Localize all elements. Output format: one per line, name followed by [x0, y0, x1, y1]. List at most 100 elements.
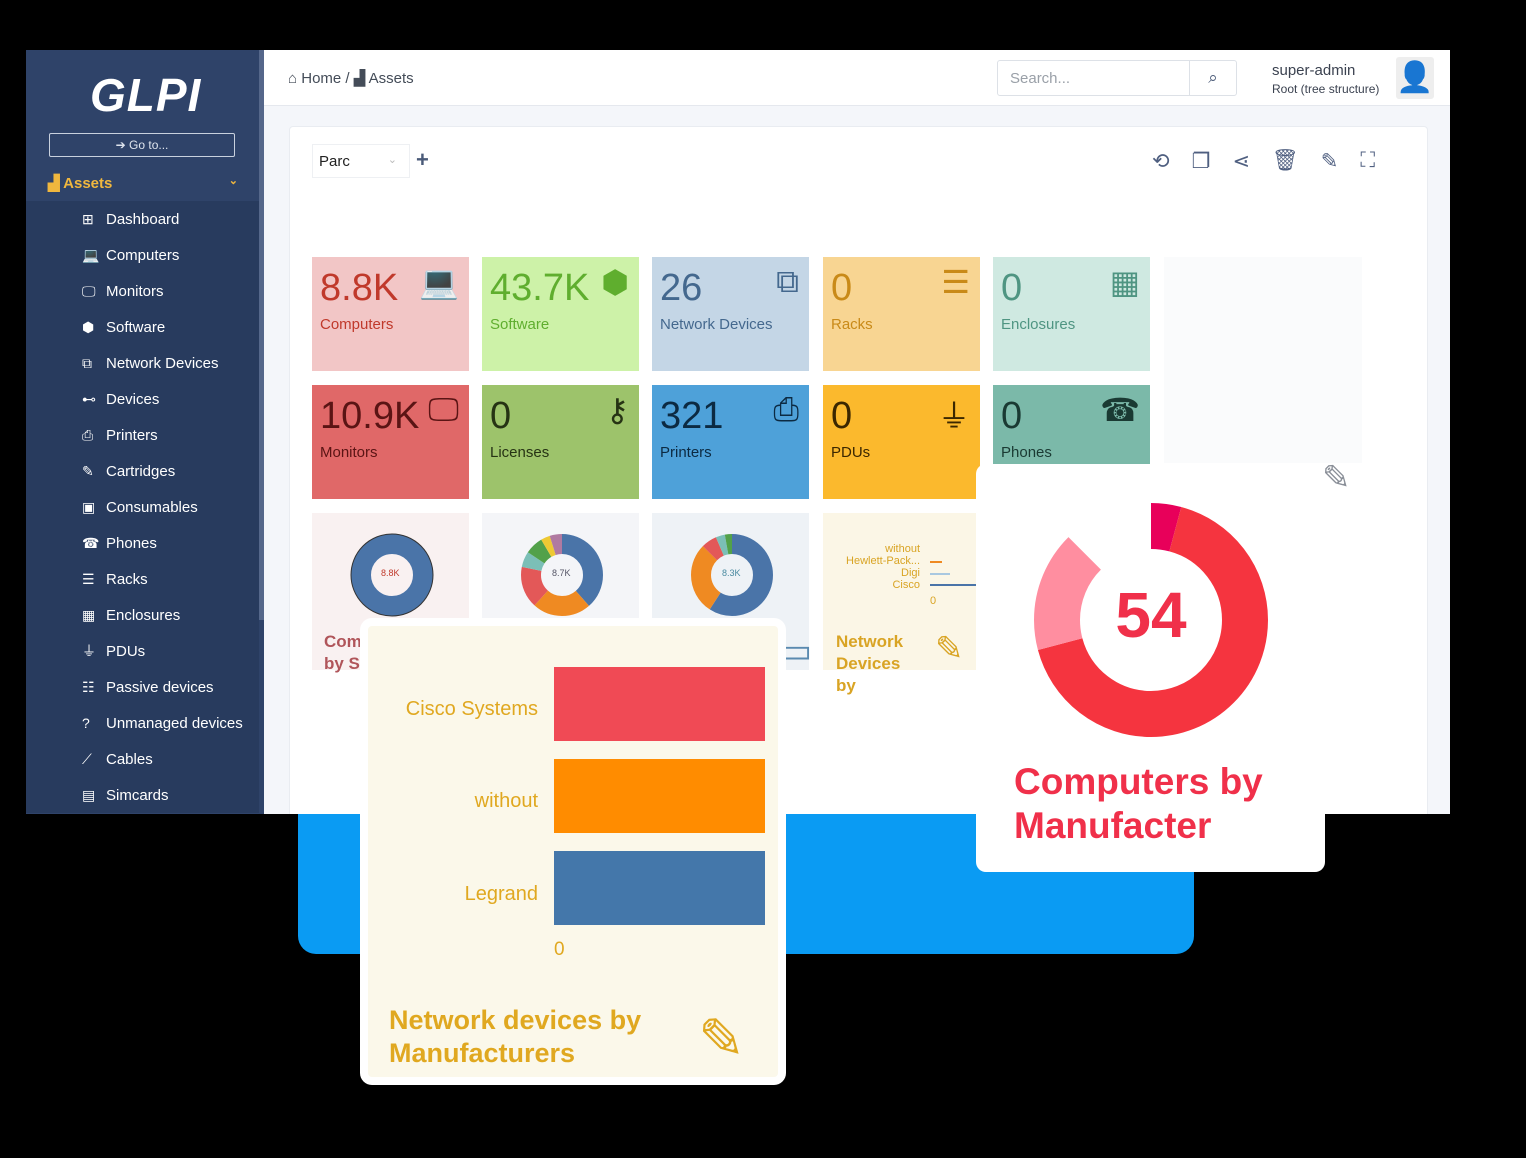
search-input[interactable]: Search... — [998, 61, 1190, 95]
tile-software[interactable]: 43.7K Software ⬢ — [482, 257, 639, 371]
sidebar-item-software[interactable]: ⬢ Software — [26, 309, 259, 345]
header: ⌂ Home / ▟ Assets Search... ⌕ super-admi… — [264, 50, 1450, 106]
share-icon[interactable]: ⋖ — [1232, 149, 1250, 174]
sidebar-scrollbar[interactable] — [259, 50, 264, 620]
menu-icon: 💻 — [82, 246, 100, 263]
tile-network-devices[interactable]: 26 Network Devices ⧉ — [652, 257, 809, 371]
tile-label: Licenses — [490, 444, 550, 461]
menu-icon: ? — [82, 715, 90, 731]
bar — [554, 851, 765, 925]
tile-computers[interactable]: 8.8K Computers 💻 — [312, 257, 469, 371]
menu-icon: ⊷ — [82, 390, 96, 407]
sidebar-item-passive-devices[interactable]: ☷ Passive devices — [26, 669, 259, 705]
goto-button[interactable]: ➔ Go to... — [49, 133, 235, 157]
sidebar-item-label: Consumables — [106, 498, 198, 516]
bar-label: Hewlett-Pack... — [846, 555, 920, 567]
axis-tick: 0 — [554, 939, 565, 960]
menu-icon: ⧉ — [82, 354, 92, 371]
menu-icon: ⊞ — [82, 210, 94, 227]
sidebar-item-consumables[interactable]: ▣ Consumables — [26, 489, 259, 525]
edit-icon[interactable]: ✎ — [1321, 149, 1339, 174]
tile-label: Computers — [320, 316, 394, 333]
tile-label: Enclosures — [1001, 316, 1076, 333]
tile-racks[interactable]: 0 Racks ☰ — [823, 257, 980, 371]
menu-icon: ▣ — [82, 498, 96, 515]
bar — [554, 667, 765, 741]
menu-icon: ⏚ — [82, 643, 96, 659]
bar-label: Legrand — [464, 883, 538, 905]
tile-label: Monitors — [320, 444, 378, 461]
menu-icon: ☰ — [82, 570, 95, 587]
clone-icon[interactable]: ❐ — [1192, 149, 1211, 174]
tile-icon: ⬢ — [601, 264, 629, 300]
breadcrumb-assets[interactable]: Assets — [369, 70, 414, 87]
tile-monitors[interactable]: 10.9K Monitors 🖵 — [312, 385, 469, 499]
widget-network-by-manufacturer: without Hewlett-Pack... Digi Cisco 0 Networ… — [823, 513, 980, 695]
breadcrumb-home[interactable]: Home — [301, 70, 341, 87]
sidebar-item-cables[interactable]: ⟋ Cables — [26, 741, 259, 777]
sidebar-menu: ⊞ Dashboard 💻 Computers 🖵 Monitors ⬢ Software ⧉ N… — [26, 201, 259, 813]
sidebar-item-label: Monitors — [106, 282, 164, 300]
tile-icon: ⏚ — [937, 398, 970, 434]
bar-label: without — [474, 790, 538, 812]
fullscreen-icon[interactable]: ⛶ — [1360, 149, 1375, 174]
sidebar-item-label: Computers — [106, 246, 180, 264]
sidebar-item-monitors[interactable]: 🖵 Monitors — [26, 273, 259, 309]
breadcrumb: ⌂ Home / ▟ Assets — [288, 70, 414, 87]
widget-title: Com by S — [324, 632, 362, 673]
chevron-down-icon: ⌄ — [228, 175, 238, 187]
chevron-down-icon: ⌄ — [387, 154, 397, 166]
sidebar-item-cartridges[interactable]: ✎ Cartridges — [26, 453, 259, 489]
dashboard-select[interactable]: Parc ⌄ — [312, 144, 410, 178]
section-label: Assets — [63, 175, 113, 192]
edit-icon[interactable]: ✎ — [935, 629, 964, 669]
sidebar-item-pdus[interactable]: ⏚ PDUs — [26, 633, 259, 669]
sidebar-item-network-devices[interactable]: ⧉ Network Devices — [26, 345, 259, 381]
sidebar-item-label: Network Devices — [106, 354, 219, 372]
username: super-admin — [1272, 62, 1356, 79]
donut-center-value: 54 — [1115, 579, 1187, 651]
sidebar-item-unmanaged-devices[interactable]: ? Unmanaged devices — [26, 705, 259, 741]
donut-center: 8.7K — [552, 568, 571, 578]
sidebar-item-simcards[interactable]: ▤ Simcards — [26, 777, 259, 813]
menu-icon: ☎ — [82, 534, 100, 551]
tile-licenses[interactable]: 0 Licenses ⚷ — [482, 385, 639, 499]
home-icon: ⌂ — [288, 70, 298, 87]
bar-labels: without Hewlett-Pack... Digi Cisco — [846, 543, 920, 591]
trash-icon[interactable]: 🗑 — [1272, 149, 1299, 174]
tile-icon: ▦ — [1109, 264, 1140, 300]
search-icon: ⌕ — [1208, 68, 1218, 87]
bar — [930, 561, 942, 563]
edit-icon[interactable]: ✎ — [1322, 458, 1351, 498]
sidebar-section-assets[interactable]: ▟ Assets ⌄ — [48, 174, 238, 192]
tile-printers[interactable]: 321 Printers ⎙ — [652, 385, 809, 499]
tile-enclosures[interactable]: 0 Enclosures ▦ — [993, 257, 1150, 371]
dashboard-selected: Parc — [319, 153, 350, 170]
history-icon[interactable]: ⟲ — [1152, 149, 1170, 174]
add-dashboard-button[interactable]: + — [416, 147, 429, 173]
user-menu[interactable]: super-admin Root (tree structure) — [1272, 62, 1379, 96]
sidebar-item-racks[interactable]: ☰ Racks — [26, 561, 259, 597]
bar — [930, 573, 950, 575]
menu-icon: ✎ — [82, 462, 94, 479]
menu-icon: ⬢ — [82, 318, 95, 335]
menu-icon: ☷ — [82, 678, 95, 695]
sidebar-item-label: Cartridges — [106, 462, 176, 480]
edit-icon[interactable]: ✎ — [698, 1006, 745, 1072]
sidebar-item-computers[interactable]: 💻 Computers — [26, 237, 259, 273]
sidebar-item-dashboard[interactable]: ⊞ Dashboard — [26, 201, 259, 237]
sidebar-item-label: PDUs — [106, 642, 146, 660]
sidebar-item-label: Racks — [106, 570, 148, 588]
axis-tick: 0 — [930, 595, 937, 607]
sidebar-item-printers[interactable]: ⎙ Printers — [26, 417, 259, 453]
tile-icon: ☰ — [941, 264, 970, 300]
sidebar-item-phones[interactable]: ☎ Phones — [26, 525, 259, 561]
glpi-logo: GLPI — [90, 69, 202, 121]
sidebar-item-label: Unmanaged devices — [106, 714, 243, 732]
search-button[interactable]: ⌕ — [1190, 61, 1236, 95]
sidebar-item-enclosures[interactable]: ▦ Enclosures — [26, 597, 259, 633]
avatar[interactable]: 👤 — [1396, 57, 1434, 99]
menu-icon: ⟋ — [82, 750, 92, 767]
sidebar-item-devices[interactable]: ⊷ Devices — [26, 381, 259, 417]
tile-pdus[interactable]: 0 PDUs ⏚ — [823, 385, 980, 499]
